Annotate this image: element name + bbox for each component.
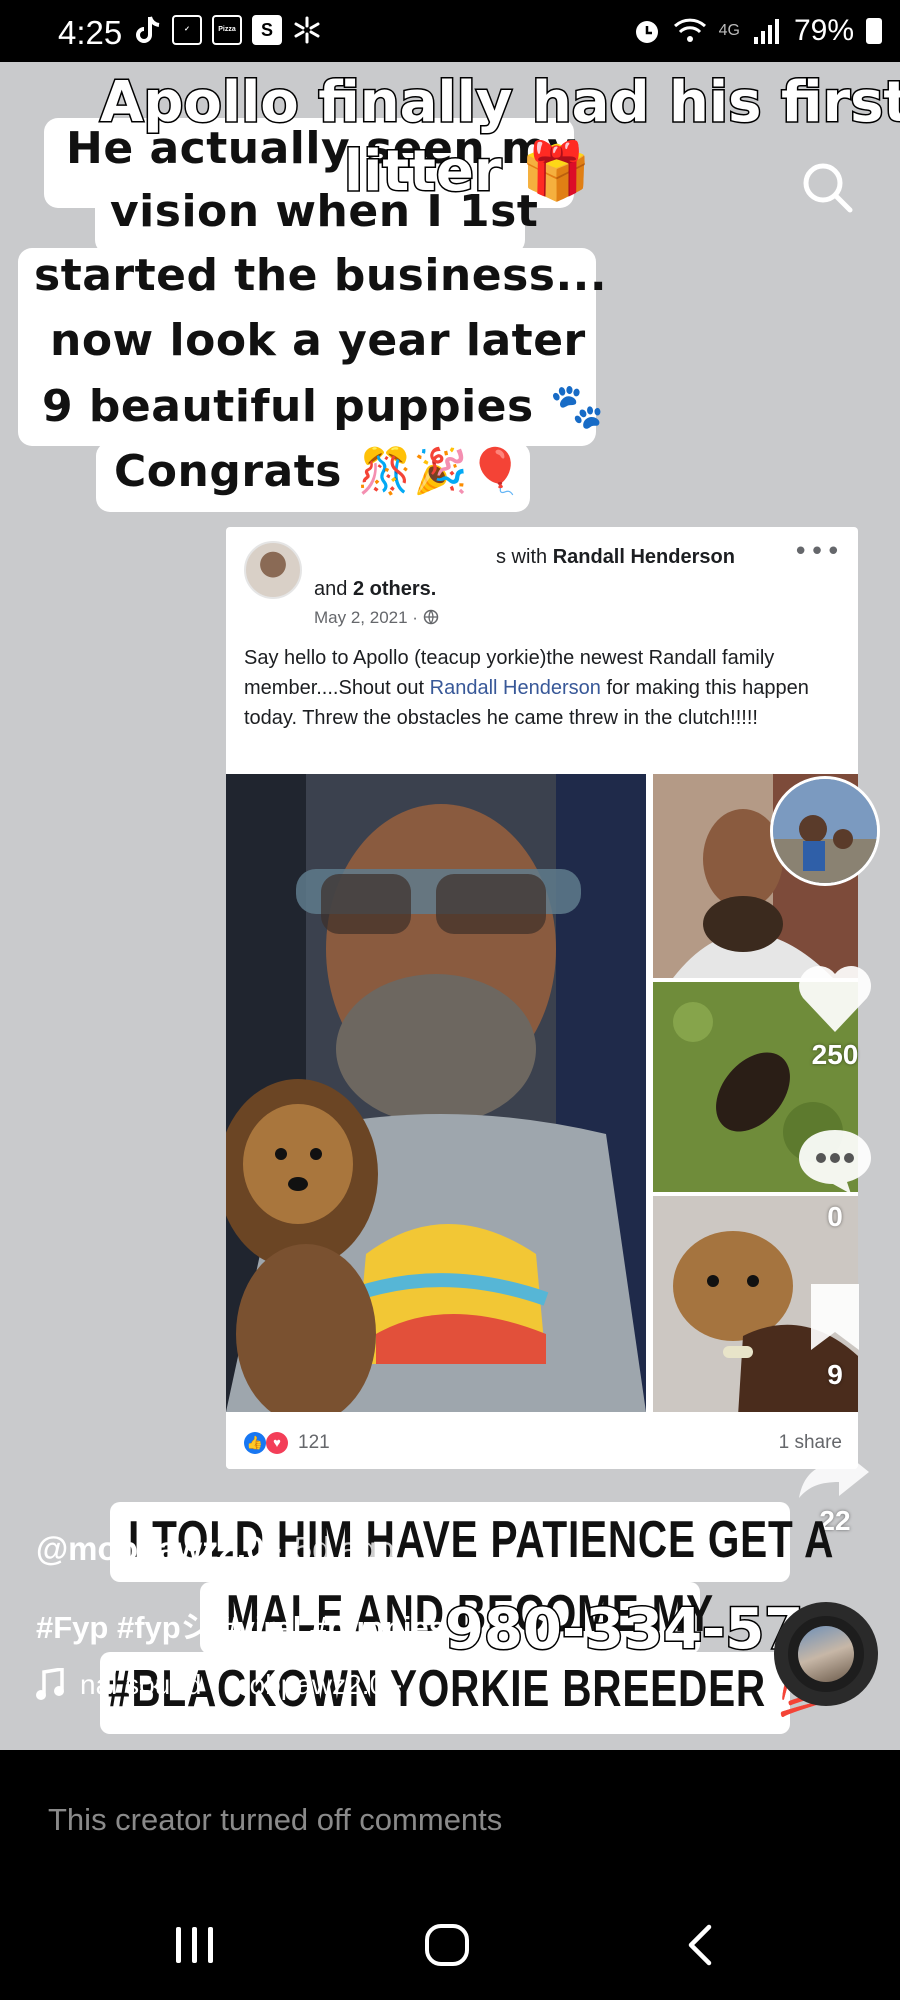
facebook-post: s with Randall Henderson and 2 others. M…	[226, 527, 858, 1469]
status-time: 4:25	[58, 14, 123, 51]
navigation-bar	[0, 1890, 900, 2000]
notification-icons: ✓ Pizza Hut S	[132, 15, 322, 47]
tiktok-icon	[136, 16, 160, 43]
globe-icon	[423, 609, 438, 625]
pizza-hut-icon: Pizza Hut	[212, 15, 242, 45]
s-app-icon: S	[252, 15, 282, 45]
system-icons: 4G 79%	[633, 14, 882, 48]
caption-line: now look a year later	[50, 315, 586, 366]
like-count: 250	[811, 1039, 859, 1070]
overlay-title: litter 🎁	[343, 138, 593, 206]
signal-icon	[753, 19, 779, 44]
comment-count: 0	[827, 1201, 843, 1232]
like-control[interactable]: 250	[780, 962, 890, 1071]
back-arrow-icon[interactable]	[46, 157, 96, 207]
fb-date-text: May 2, 2021 ·	[314, 608, 418, 627]
comment-icon[interactable]	[795, 1124, 875, 1196]
comment-control[interactable]: 0	[780, 1124, 890, 1233]
fb-and-prefix: and	[314, 578, 348, 600]
fb-others: 2 others.	[352, 578, 437, 600]
save-count: 9	[827, 1359, 843, 1390]
share-icon[interactable]	[795, 1444, 875, 1500]
video-player[interactable]: He actually seen my vision when I 1st st…	[0, 62, 900, 1750]
sound-name[interactable]: nal sound - mobpawz2.0 -	[80, 1669, 402, 1701]
fb-tagged-name: Randall Henderson	[552, 546, 735, 568]
battery-percent: 79%	[793, 14, 854, 47]
comments-disabled-text: This creator turned off comments	[48, 1802, 503, 1837]
fb-footer: 👍 ♥ 121 1 share	[226, 1412, 858, 1469]
heart-icon[interactable]	[795, 962, 875, 1034]
wifi-icon	[673, 18, 706, 42]
fb-post-text: Say hello to Apollo (teacup yorkie)the n…	[244, 643, 844, 733]
walmart-icon	[294, 16, 320, 44]
caption-line: 9 beautiful puppies 🐾	[42, 381, 605, 432]
sound-disc[interactable]	[774, 1602, 878, 1706]
time-ago: · 5d ago	[273, 1530, 395, 1567]
bookmark-icon[interactable]	[795, 1280, 875, 1354]
caption-line: started the business...	[34, 250, 608, 301]
save-control[interactable]: 9	[780, 1280, 890, 1391]
cricket-icon: ✓	[172, 15, 202, 45]
overlay-title: Apollo finally had his first	[98, 69, 900, 137]
music-note-icon	[36, 1668, 64, 1700]
status-bar: 4:25 ✓ Pizza Hut S 4G 79%	[0, 0, 900, 62]
home-button[interactable]	[407, 1910, 487, 1980]
like-reaction-icon: 👍	[244, 1432, 266, 1454]
love-reaction-icon: ♥	[266, 1432, 288, 1454]
fb-post-link: Randall Henderson	[429, 677, 601, 699]
comments-bar: This creator turned off comments	[0, 1750, 900, 1890]
sound-row[interactable]: nal sound - mobpawz2.0 -	[34, 1668, 402, 1702]
username-text[interactable]: @mobpawz2.0	[36, 1530, 264, 1567]
fb-header: s with Randall Henderson	[496, 546, 735, 569]
alarm-icon	[635, 21, 658, 43]
tiktok-screen: 4:25 ✓ Pizza Hut S 4G 79% He actually se…	[0, 0, 900, 2000]
fb-reaction-count: 121	[298, 1432, 330, 1453]
battery-icon	[866, 18, 882, 44]
creator-avatar[interactable]	[770, 776, 880, 886]
caption-line: Congrats 🎊🎉🎈	[114, 446, 524, 497]
search-icon[interactable]	[800, 160, 854, 214]
recent-apps-button[interactable]	[155, 1910, 235, 1980]
hashtags[interactable]: #Fyp #fypシ #viral #puppies	[36, 1602, 446, 1647]
back-chevron-icon	[688, 1924, 712, 1966]
recent-apps-icon	[176, 1927, 213, 1963]
fb-avatar	[244, 541, 302, 599]
fb-and-others: and 2 others.	[314, 578, 436, 601]
fb-reactions: 👍 ♥ 121	[244, 1432, 330, 1454]
creator-username[interactable]: @mobpawz2.0 · 5d ago	[36, 1530, 395, 1568]
fb-header-prefix: s with	[496, 546, 548, 568]
home-icon	[425, 1924, 469, 1966]
back-button[interactable]	[660, 1910, 740, 1980]
photo-man-with-puppy	[226, 774, 646, 1412]
network-type: 4G	[718, 22, 740, 39]
fb-more-icon: •••	[792, 537, 842, 567]
sound-disc-avatar	[798, 1626, 854, 1682]
fb-date: May 2, 2021 ·	[314, 608, 439, 628]
